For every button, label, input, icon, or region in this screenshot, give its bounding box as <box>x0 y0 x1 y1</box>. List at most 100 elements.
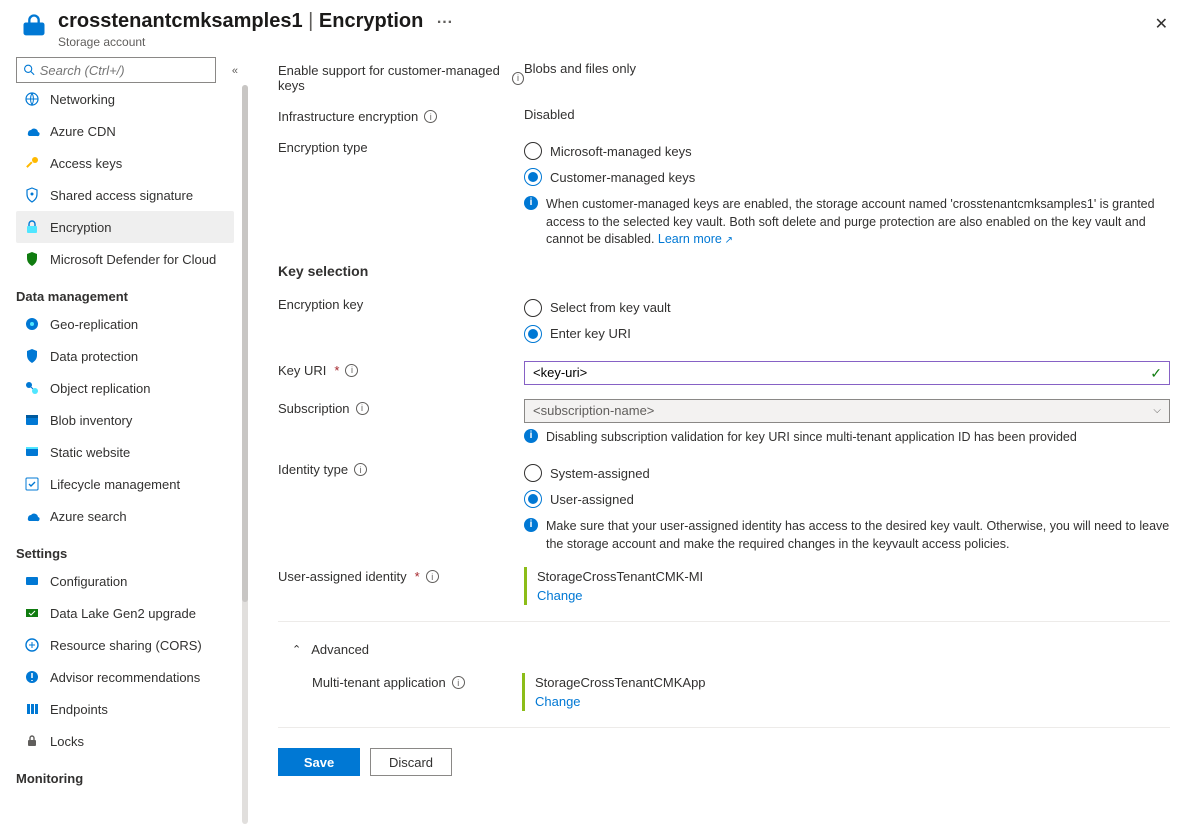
sidebar-item-endpoints[interactable]: Endpoints <box>16 693 250 725</box>
cloud-icon <box>24 508 40 524</box>
nav-section-settings: Settings <box>16 546 250 561</box>
sidebar-item-label: Azure search <box>50 509 127 524</box>
sidebar-item-azure-search[interactable]: Azure search <box>16 500 250 532</box>
sidebar-item-label: Blob inventory <box>50 413 132 428</box>
geo-icon <box>24 316 40 332</box>
sidebar-item-label: Networking <box>50 92 115 107</box>
sidebar-item-geo-replication[interactable]: Geo-replication <box>16 308 250 340</box>
ep-icon <box>24 701 40 717</box>
radio-enter-uri[interactable]: Enter key URI <box>524 321 1170 347</box>
info-icon: i <box>524 196 538 210</box>
mta-label: Multi-tenant application <box>312 675 446 690</box>
sidebar-item-lifecycle-management[interactable]: Lifecycle management <box>16 468 250 500</box>
sidebar-item-microsoft-defender-for-cloud[interactable]: Microsoft Defender for Cloud <box>16 243 250 275</box>
close-icon[interactable]: ✕ <box>1151 10 1172 38</box>
blade-subtitle: Storage account <box>58 35 1151 49</box>
defender-icon <box>24 251 40 267</box>
advanced-toggle[interactable]: ⌃Advanced <box>278 638 1170 661</box>
info-icon[interactable]: i <box>426 570 439 583</box>
collapse-sidebar-icon[interactable]: « <box>232 65 238 77</box>
divider <box>278 621 1170 622</box>
sidebar-item-label: Data protection <box>50 349 138 364</box>
sidebar-item-label: Shared access signature <box>50 188 193 203</box>
mta-change-link[interactable]: Change <box>535 694 1170 709</box>
info-icon[interactable]: i <box>512 72 524 85</box>
key-uri-input[interactable] <box>524 361 1170 385</box>
sidebar-item-advisor-recommendations[interactable]: Advisor recommendations <box>16 661 250 693</box>
enc-type-label: Encryption type <box>278 140 368 155</box>
storage-account-icon <box>20 12 48 40</box>
sidebar-item-label: Advisor recommendations <box>50 670 200 685</box>
info-icon[interactable]: i <box>452 676 465 689</box>
identity-type-label: Identity type <box>278 462 348 477</box>
sidebar-item-access-keys[interactable]: Access keys <box>16 147 250 179</box>
uai-change-link[interactable]: Change <box>537 588 1170 603</box>
sas-icon <box>24 187 40 203</box>
sidebar-item-azure-cdn[interactable]: Azure CDN <box>16 115 250 147</box>
radio-microsoft-keys[interactable]: Microsoft-managed keys <box>524 138 1170 164</box>
sidebar-item-label: Access keys <box>50 156 122 171</box>
radio-system-assigned[interactable]: System-assigned <box>524 460 1170 486</box>
divider <box>278 727 1170 728</box>
sidebar-item-object-replication[interactable]: Object replication <box>16 372 250 404</box>
subscription-info-text: Disabling subscription validation for ke… <box>546 429 1077 447</box>
sidebar-item-shared-access-signature[interactable]: Shared access signature <box>16 179 250 211</box>
sidebar-item-label: Azure CDN <box>50 124 116 139</box>
sidebar-item-label: Locks <box>50 734 84 749</box>
sidebar-scrollbar[interactable] <box>242 85 248 824</box>
learn-more-link[interactable]: Learn more <box>658 232 733 246</box>
locks-icon <box>24 733 40 749</box>
save-button[interactable]: Save <box>278 748 360 776</box>
subscription-select[interactable]: <subscription-name>⌵ <box>524 399 1170 423</box>
lake-icon <box>24 605 40 621</box>
web-icon <box>24 444 40 460</box>
search-input[interactable] <box>40 63 209 78</box>
sidebar-item-label: Microsoft Defender for Cloud <box>50 252 216 267</box>
discard-button[interactable]: Discard <box>370 748 452 776</box>
sidebar-item-data-lake-gen2-upgrade[interactable]: Data Lake Gen2 upgrade <box>16 597 250 629</box>
sidebar-item-configuration[interactable]: Configuration <box>16 565 250 597</box>
main-content: Enable support for customer-managed keys… <box>250 57 1192 824</box>
info-icon[interactable]: i <box>354 463 367 476</box>
enc-key-label: Encryption key <box>278 297 363 312</box>
info-icon[interactable]: i <box>345 364 358 377</box>
sidebar-item-label: Endpoints <box>50 702 108 717</box>
sidebar-item-blob-inventory[interactable]: Blob inventory <box>16 404 250 436</box>
sidebar-item-data-protection[interactable]: Data protection <box>16 340 250 372</box>
sidebar-item-encryption[interactable]: Encryption <box>16 211 234 243</box>
cmk-support-label: Enable support for customer-managed keys <box>278 63 506 93</box>
network-icon <box>24 91 40 107</box>
search-icon <box>23 63 36 77</box>
sidebar-item-resource-sharing-cors-[interactable]: Resource sharing (CORS) <box>16 629 250 661</box>
info-icon[interactable]: i <box>424 110 437 123</box>
config-icon <box>24 573 40 589</box>
uai-label: User-assigned identity <box>278 569 407 584</box>
cors-icon <box>24 637 40 653</box>
sidebar-item-networking[interactable]: Networking <box>16 83 250 115</box>
radio-customer-keys[interactable]: Customer-managed keys <box>524 164 1170 190</box>
sidebar-item-label: Geo-replication <box>50 317 138 332</box>
search-input-wrap[interactable] <box>16 57 216 83</box>
uai-value: StorageCrossTenantCMK-MI <box>537 569 1170 584</box>
key-icon <box>24 155 40 171</box>
identity-info-text: Make sure that your user-assigned identi… <box>546 518 1170 553</box>
more-icon[interactable]: ··· <box>437 14 453 31</box>
blob-icon <box>24 412 40 428</box>
radio-select-vault[interactable]: Select from key vault <box>524 295 1170 321</box>
advisor-icon <box>24 669 40 685</box>
cdn-icon <box>24 123 40 139</box>
cmk-info-text: When customer-managed keys are enabled, … <box>546 197 1155 246</box>
cmk-support-value: Blobs and files only <box>524 61 1170 76</box>
key-uri-label: Key URI <box>278 363 326 378</box>
sidebar-item-label: Static website <box>50 445 130 460</box>
info-icon: i <box>524 429 538 443</box>
sidebar-item-label: Object replication <box>50 381 150 396</box>
subscription-label: Subscription <box>278 401 350 416</box>
infra-enc-label: Infrastructure encryption <box>278 109 418 124</box>
sidebar-item-locks[interactable]: Locks <box>16 725 250 757</box>
info-icon[interactable]: i <box>356 402 369 415</box>
shield-icon <box>24 348 40 364</box>
radio-user-assigned[interactable]: User-assigned <box>524 486 1170 512</box>
sidebar-item-label: Lifecycle management <box>50 477 180 492</box>
sidebar-item-static-website[interactable]: Static website <box>16 436 250 468</box>
